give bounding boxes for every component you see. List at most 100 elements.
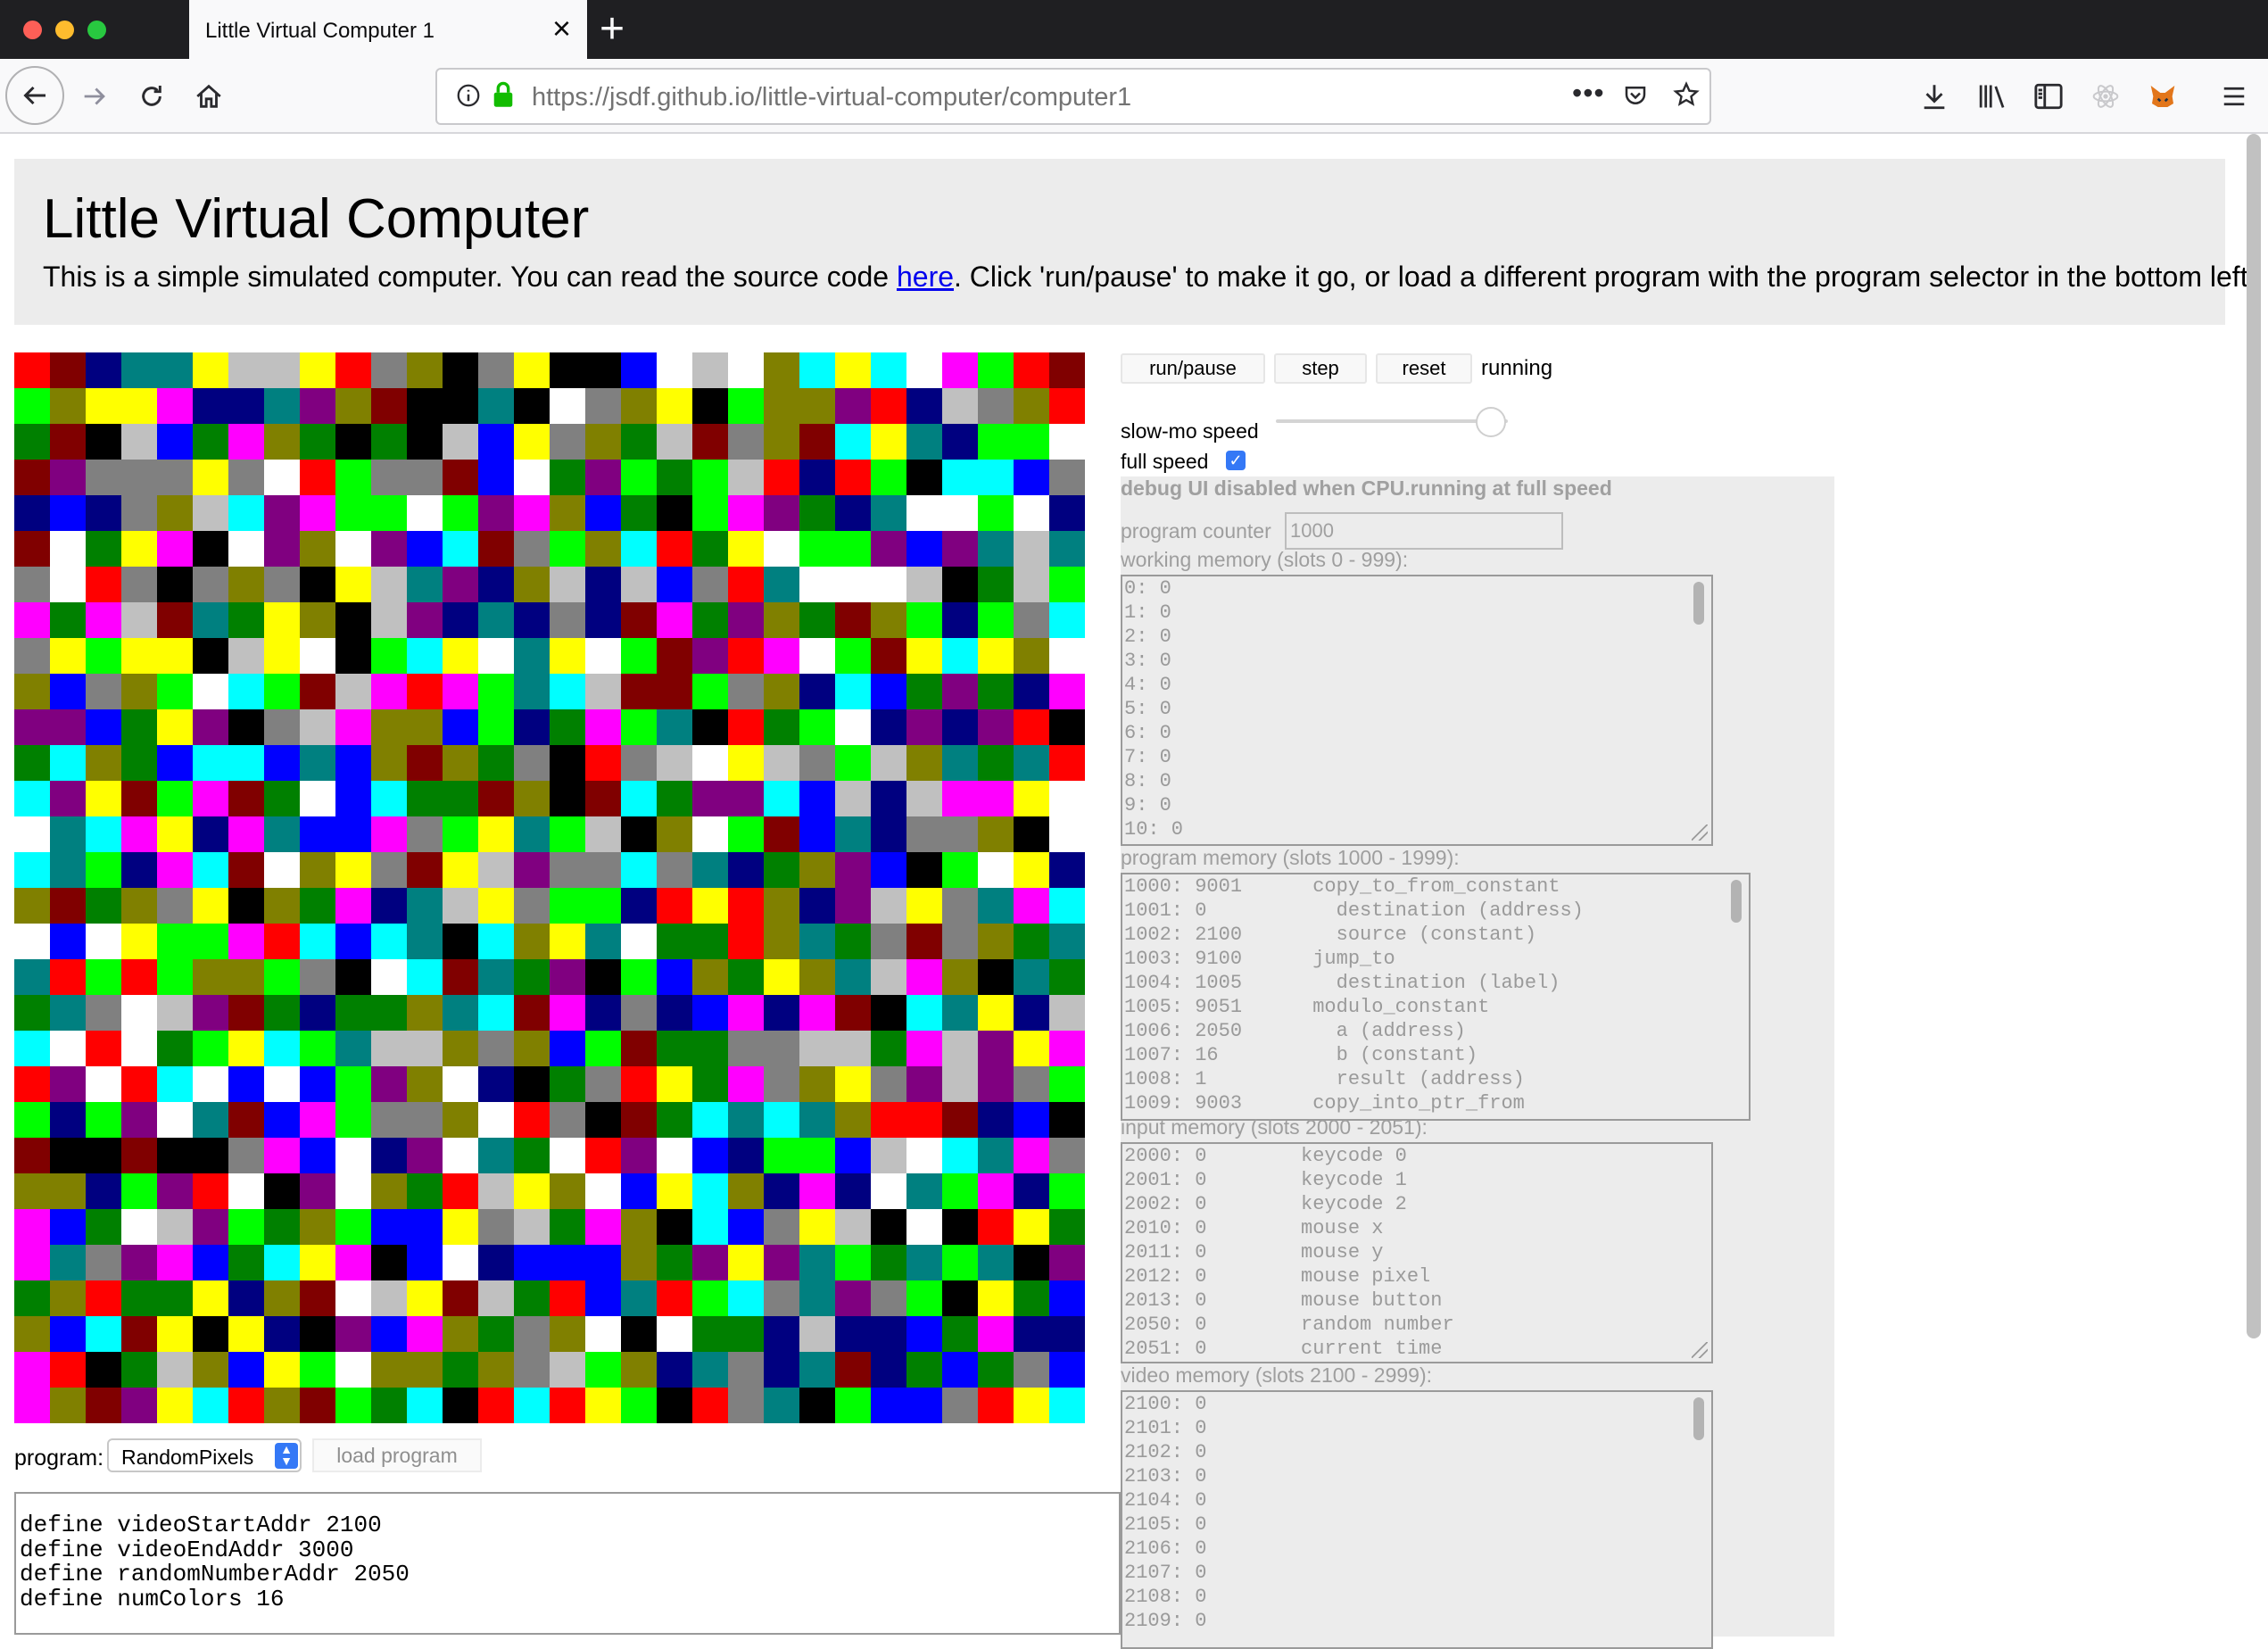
page-actions-icon[interactable]: ••• [1572, 77, 1605, 110]
pixel [978, 1388, 1014, 1423]
new-tab-icon[interactable]: + [600, 5, 625, 54]
back-button[interactable] [5, 66, 64, 125]
pixel [764, 1316, 799, 1352]
reset-button[interactable]: reset [1376, 353, 1472, 384]
speed-slider-thumb[interactable] [1476, 407, 1506, 437]
downloads-button[interactable] [1911, 73, 1958, 120]
library-button[interactable] [1970, 73, 2016, 120]
full-speed-checkbox[interactable]: ✓ [1226, 451, 1246, 470]
pixel [50, 745, 86, 781]
speed-slider-track[interactable] [1276, 419, 1508, 423]
pixel [157, 602, 193, 638]
reload-button[interactable] [128, 73, 175, 120]
pixel [550, 709, 585, 745]
pixel [50, 995, 86, 1031]
input-memory-view[interactable]: 2000: 0 keycode 0 2001: 0 keycode 1 2002: … [1121, 1142, 1713, 1363]
info-icon[interactable] [455, 82, 482, 109]
pixel [871, 1066, 906, 1102]
pixel [50, 531, 86, 567]
program-memory-scrollbar[interactable] [1731, 880, 1742, 923]
pixel [835, 995, 871, 1031]
pixel [478, 1031, 514, 1066]
pixel [300, 1173, 335, 1209]
pixel [585, 1066, 621, 1102]
sidebar-button[interactable] [2025, 73, 2072, 120]
zoom-window-icon[interactable] [87, 21, 106, 39]
pixel [407, 531, 443, 567]
pixel [871, 1352, 906, 1388]
pixel [193, 567, 228, 602]
source-code-link[interactable]: here [897, 261, 954, 293]
minimize-window-icon[interactable] [55, 21, 74, 39]
pixel [50, 1245, 86, 1280]
step-button[interactable]: step [1274, 353, 1367, 384]
pixel [799, 816, 835, 852]
video-memory-scrollbar[interactable] [1693, 1397, 1704, 1440]
pixel [478, 1352, 514, 1388]
pixel [443, 1138, 478, 1173]
pixel [906, 924, 942, 959]
run-pause-button[interactable]: run/pause [1121, 353, 1265, 384]
pixel [692, 531, 728, 567]
pixel [14, 924, 50, 959]
pixel [14, 816, 50, 852]
pixel-display[interactable] [14, 352, 1085, 1423]
pixel [335, 674, 371, 709]
pixel [799, 995, 835, 1031]
extension-button[interactable] [2082, 73, 2129, 120]
pixel [835, 709, 871, 745]
pixel [835, 1066, 871, 1102]
pixel [1049, 995, 1085, 1031]
pixel [157, 1245, 193, 1280]
pixel [478, 424, 514, 460]
bookmark-star-icon[interactable] [1672, 80, 1701, 109]
pixel [728, 388, 764, 424]
pixel [86, 924, 121, 959]
pixel [835, 924, 871, 959]
home-button[interactable] [186, 73, 232, 120]
pixel [407, 388, 443, 424]
debug-panel: debug UI disabled when CPU.running at fu… [1121, 476, 1834, 1649]
working-memory-view[interactable]: 0: 0 1: 0 2: 0 3: 0 4: 0 5: 0 6: 0 7: 0 8: 0 9: 0… [1121, 575, 1713, 846]
close-tab-icon[interactable]: × [552, 12, 571, 45]
resize-grip-icon[interactable] [1692, 1342, 1708, 1358]
pixel [871, 1031, 906, 1066]
pixel [121, 602, 157, 638]
pixel [585, 1245, 621, 1280]
program-counter-field[interactable]: 1000 [1285, 512, 1563, 550]
pixel [121, 352, 157, 388]
load-program-button[interactable]: load program [312, 1438, 482, 1472]
pixel [157, 1316, 193, 1352]
pixel [835, 959, 871, 995]
pixel [906, 1138, 942, 1173]
pixel [193, 1316, 228, 1352]
pixel [14, 1352, 50, 1388]
pixel [585, 1209, 621, 1245]
url-text[interactable]: https://jsdf.github.io/little-virtual-co… [532, 83, 1131, 112]
pixel [621, 388, 657, 424]
video-memory-view[interactable]: 2100: 0 2101: 0 2102: 0 2103: 0 2104: 0 2105:… [1121, 1390, 1713, 1649]
pixel [514, 495, 550, 531]
pixel [942, 460, 978, 495]
program-source-editor[interactable]: define videoStartAddr 2100 define videoE… [14, 1492, 1121, 1635]
address-bar[interactable]: https://jsdf.github.io/little-virtual-co… [435, 68, 1711, 125]
pixel [692, 1102, 728, 1138]
memory-row: 4: 0 [1124, 674, 1171, 696]
program-select[interactable]: RandomPixels ▲ ▼ [107, 1438, 302, 1472]
resize-grip-icon[interactable] [1692, 824, 1708, 841]
pixel [193, 388, 228, 424]
forward-button[interactable] [71, 73, 118, 120]
program-memory-view[interactable]: 1000: 9001 copy_to_from_constant 1001: 0 … [1121, 873, 1751, 1121]
close-window-icon[interactable] [23, 21, 42, 39]
page-scrollbar[interactable] [2247, 134, 2261, 1338]
pixel [443, 1209, 478, 1245]
pixel [264, 388, 300, 424]
pixel [121, 995, 157, 1031]
metamask-button[interactable] [2140, 73, 2186, 120]
menu-button[interactable] [2211, 73, 2257, 120]
browser-tab[interactable]: Little Virtual Computer 1 × [189, 0, 587, 59]
pixel [300, 674, 335, 709]
pixel [14, 1245, 50, 1280]
working-memory-scrollbar[interactable] [1693, 582, 1704, 625]
pocket-icon[interactable] [1622, 82, 1649, 109]
